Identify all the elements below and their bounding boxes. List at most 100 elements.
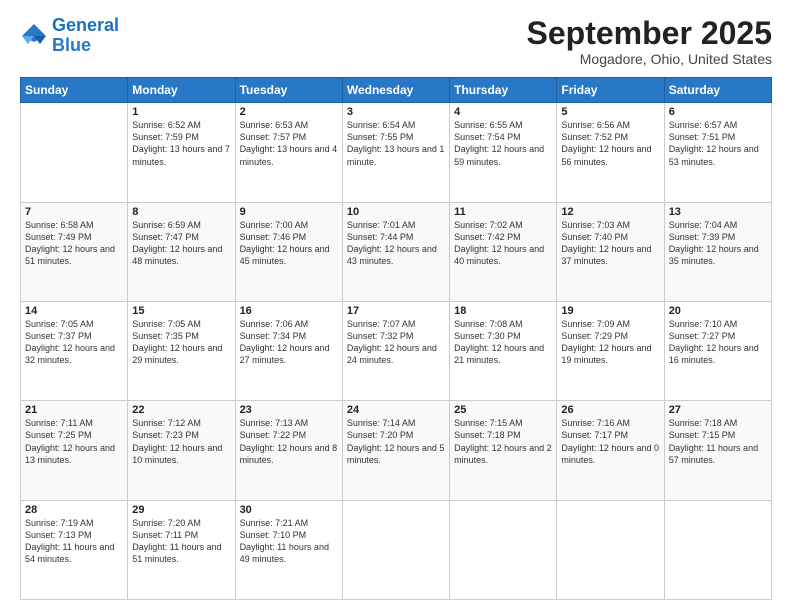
day-number: 9: [240, 206, 338, 218]
day-info: Sunrise: 7:11 AM Sunset: 7:25 PM Dayligh…: [25, 417, 123, 466]
logo-text: General Blue: [52, 16, 119, 56]
day-info: Sunrise: 7:00 AM Sunset: 7:46 PM Dayligh…: [240, 219, 338, 268]
table-row: 15Sunrise: 7:05 AM Sunset: 7:35 PM Dayli…: [128, 301, 235, 400]
table-row: 1Sunrise: 6:52 AM Sunset: 7:59 PM Daylig…: [128, 103, 235, 202]
day-info: Sunrise: 7:08 AM Sunset: 7:30 PM Dayligh…: [454, 318, 552, 367]
day-info: Sunrise: 7:20 AM Sunset: 7:11 PM Dayligh…: [132, 517, 230, 566]
title-block: September 2025 Mogadore, Ohio, United St…: [527, 16, 772, 67]
day-number: 6: [669, 106, 767, 118]
table-row: 10Sunrise: 7:01 AM Sunset: 7:44 PM Dayli…: [342, 202, 449, 301]
day-info: Sunrise: 7:19 AM Sunset: 7:13 PM Dayligh…: [25, 517, 123, 566]
col-wednesday: Wednesday: [342, 78, 449, 103]
table-row: 5Sunrise: 6:56 AM Sunset: 7:52 PM Daylig…: [557, 103, 664, 202]
col-thursday: Thursday: [450, 78, 557, 103]
calendar-week-row: 7Sunrise: 6:58 AM Sunset: 7:49 PM Daylig…: [21, 202, 772, 301]
day-number: 23: [240, 404, 338, 416]
day-info: Sunrise: 6:54 AM Sunset: 7:55 PM Dayligh…: [347, 119, 445, 168]
day-info: Sunrise: 6:58 AM Sunset: 7:49 PM Dayligh…: [25, 219, 123, 268]
table-row: 23Sunrise: 7:13 AM Sunset: 7:22 PM Dayli…: [235, 401, 342, 500]
day-number: 8: [132, 206, 230, 218]
day-info: Sunrise: 7:13 AM Sunset: 7:22 PM Dayligh…: [240, 417, 338, 466]
day-number: 15: [132, 305, 230, 317]
day-number: 19: [561, 305, 659, 317]
day-info: Sunrise: 6:57 AM Sunset: 7:51 PM Dayligh…: [669, 119, 767, 168]
logo: General Blue: [20, 16, 119, 56]
day-info: Sunrise: 6:59 AM Sunset: 7:47 PM Dayligh…: [132, 219, 230, 268]
col-tuesday: Tuesday: [235, 78, 342, 103]
day-number: 29: [132, 504, 230, 516]
day-number: 11: [454, 206, 552, 218]
day-info: Sunrise: 6:56 AM Sunset: 7:52 PM Dayligh…: [561, 119, 659, 168]
day-number: 21: [25, 404, 123, 416]
day-number: 24: [347, 404, 445, 416]
page-title: September 2025: [527, 16, 772, 51]
day-number: 30: [240, 504, 338, 516]
table-row: [342, 500, 449, 599]
calendar-week-row: 28Sunrise: 7:19 AM Sunset: 7:13 PM Dayli…: [21, 500, 772, 599]
day-info: Sunrise: 6:55 AM Sunset: 7:54 PM Dayligh…: [454, 119, 552, 168]
day-number: 20: [669, 305, 767, 317]
day-number: 27: [669, 404, 767, 416]
day-info: Sunrise: 7:06 AM Sunset: 7:34 PM Dayligh…: [240, 318, 338, 367]
col-sunday: Sunday: [21, 78, 128, 103]
day-number: 5: [561, 106, 659, 118]
day-info: Sunrise: 7:01 AM Sunset: 7:44 PM Dayligh…: [347, 219, 445, 268]
table-row: 17Sunrise: 7:07 AM Sunset: 7:32 PM Dayli…: [342, 301, 449, 400]
logo-line2: Blue: [52, 35, 91, 55]
page-subtitle: Mogadore, Ohio, United States: [527, 51, 772, 67]
table-row: 30Sunrise: 7:21 AM Sunset: 7:10 PM Dayli…: [235, 500, 342, 599]
day-number: 10: [347, 206, 445, 218]
table-row: 9Sunrise: 7:00 AM Sunset: 7:46 PM Daylig…: [235, 202, 342, 301]
day-info: Sunrise: 6:52 AM Sunset: 7:59 PM Dayligh…: [132, 119, 230, 168]
day-number: 26: [561, 404, 659, 416]
table-row: 21Sunrise: 7:11 AM Sunset: 7:25 PM Dayli…: [21, 401, 128, 500]
day-number: 28: [25, 504, 123, 516]
day-number: 14: [25, 305, 123, 317]
logo-line1: General: [52, 15, 119, 35]
day-number: 13: [669, 206, 767, 218]
day-info: Sunrise: 7:07 AM Sunset: 7:32 PM Dayligh…: [347, 318, 445, 367]
day-info: Sunrise: 7:12 AM Sunset: 7:23 PM Dayligh…: [132, 417, 230, 466]
day-number: 17: [347, 305, 445, 317]
table-row: 13Sunrise: 7:04 AM Sunset: 7:39 PM Dayli…: [664, 202, 771, 301]
table-row: 14Sunrise: 7:05 AM Sunset: 7:37 PM Dayli…: [21, 301, 128, 400]
calendar-table: Sunday Monday Tuesday Wednesday Thursday…: [20, 77, 772, 600]
day-info: Sunrise: 7:04 AM Sunset: 7:39 PM Dayligh…: [669, 219, 767, 268]
calendar-week-row: 1Sunrise: 6:52 AM Sunset: 7:59 PM Daylig…: [21, 103, 772, 202]
table-row: 6Sunrise: 6:57 AM Sunset: 7:51 PM Daylig…: [664, 103, 771, 202]
day-info: Sunrise: 7:14 AM Sunset: 7:20 PM Dayligh…: [347, 417, 445, 466]
table-row: 7Sunrise: 6:58 AM Sunset: 7:49 PM Daylig…: [21, 202, 128, 301]
table-row: 3Sunrise: 6:54 AM Sunset: 7:55 PM Daylig…: [342, 103, 449, 202]
day-number: 22: [132, 404, 230, 416]
table-row: [557, 500, 664, 599]
table-row: 28Sunrise: 7:19 AM Sunset: 7:13 PM Dayli…: [21, 500, 128, 599]
day-number: 1: [132, 106, 230, 118]
day-info: Sunrise: 7:05 AM Sunset: 7:35 PM Dayligh…: [132, 318, 230, 367]
day-info: Sunrise: 7:05 AM Sunset: 7:37 PM Dayligh…: [25, 318, 123, 367]
day-number: 3: [347, 106, 445, 118]
table-row: 2Sunrise: 6:53 AM Sunset: 7:57 PM Daylig…: [235, 103, 342, 202]
day-info: Sunrise: 7:21 AM Sunset: 7:10 PM Dayligh…: [240, 517, 338, 566]
col-friday: Friday: [557, 78, 664, 103]
col-saturday: Saturday: [664, 78, 771, 103]
table-row: 8Sunrise: 6:59 AM Sunset: 7:47 PM Daylig…: [128, 202, 235, 301]
table-row: 16Sunrise: 7:06 AM Sunset: 7:34 PM Dayli…: [235, 301, 342, 400]
day-number: 16: [240, 305, 338, 317]
day-number: 4: [454, 106, 552, 118]
day-number: 2: [240, 106, 338, 118]
page: General Blue September 2025 Mogadore, Oh…: [0, 0, 792, 612]
table-row: 24Sunrise: 7:14 AM Sunset: 7:20 PM Dayli…: [342, 401, 449, 500]
col-monday: Monday: [128, 78, 235, 103]
logo-icon: [20, 22, 48, 50]
table-row: 20Sunrise: 7:10 AM Sunset: 7:27 PM Dayli…: [664, 301, 771, 400]
day-number: 12: [561, 206, 659, 218]
day-info: Sunrise: 7:16 AM Sunset: 7:17 PM Dayligh…: [561, 417, 659, 466]
table-row: 26Sunrise: 7:16 AM Sunset: 7:17 PM Dayli…: [557, 401, 664, 500]
table-row: 4Sunrise: 6:55 AM Sunset: 7:54 PM Daylig…: [450, 103, 557, 202]
header: General Blue September 2025 Mogadore, Oh…: [20, 16, 772, 67]
table-row: 25Sunrise: 7:15 AM Sunset: 7:18 PM Dayli…: [450, 401, 557, 500]
table-row: [664, 500, 771, 599]
day-info: Sunrise: 7:02 AM Sunset: 7:42 PM Dayligh…: [454, 219, 552, 268]
table-row: 22Sunrise: 7:12 AM Sunset: 7:23 PM Dayli…: [128, 401, 235, 500]
table-row: 11Sunrise: 7:02 AM Sunset: 7:42 PM Dayli…: [450, 202, 557, 301]
